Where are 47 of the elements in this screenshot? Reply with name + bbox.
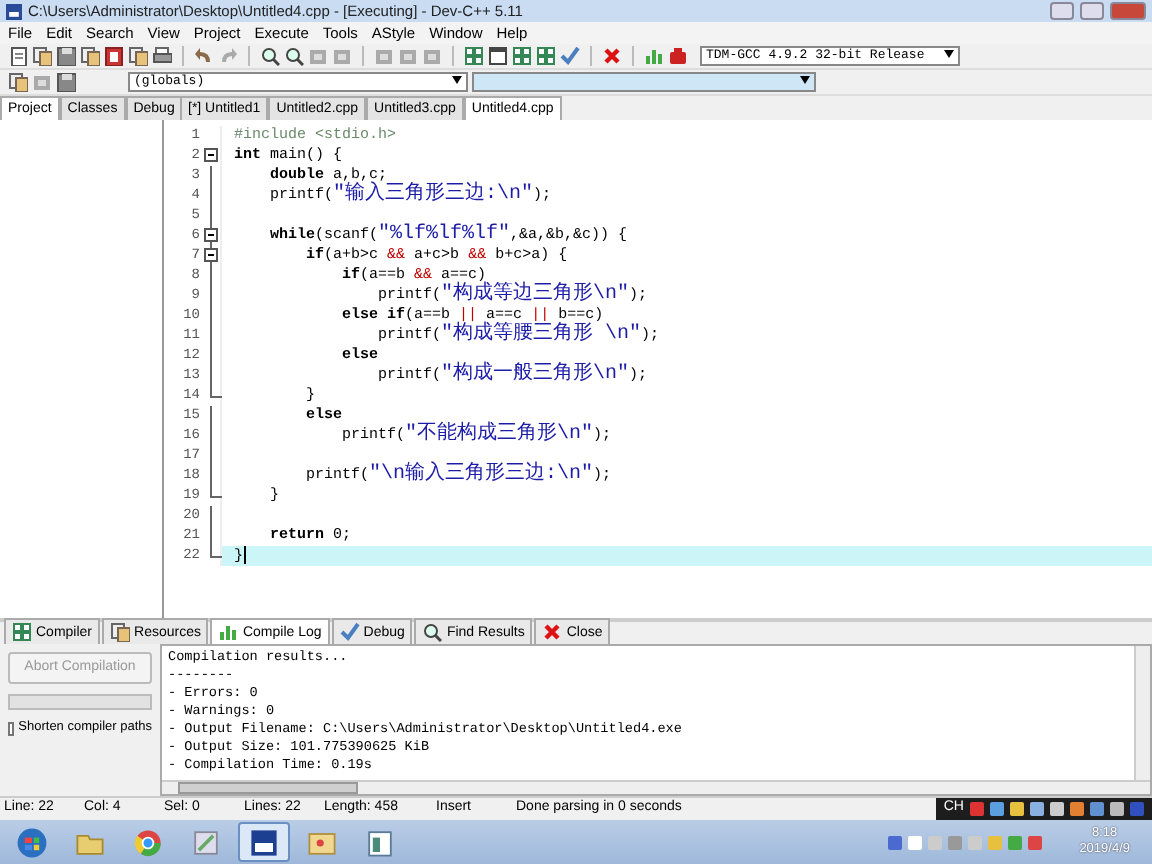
maximize-button[interactable] [1080,2,1104,20]
grid-icon[interactable] [464,46,484,66]
search-icon[interactable] [284,46,304,66]
pages-icon[interactable] [8,72,28,92]
caret-icon [944,50,954,59]
checkbox[interactable] [8,721,15,736]
pages-icon[interactable] [32,46,52,66]
fold-toggle-icon[interactable] [204,228,218,242]
pages-icon [110,622,131,642]
vertical-scrollbar[interactable] [1134,646,1150,780]
search-icon [422,622,443,642]
check-icon [339,622,360,642]
box-icon[interactable] [374,46,394,66]
window-icon[interactable] [488,46,508,66]
window-icon [246,825,282,859]
box-icon[interactable] [332,46,352,66]
fold-toggle-icon[interactable] [204,148,218,162]
pages-icon[interactable] [80,46,100,66]
pages-icon[interactable] [128,46,148,66]
grid-icon [12,622,32,642]
box-icon[interactable] [422,46,442,66]
undo-icon[interactable] [194,46,214,66]
printer-icon[interactable] [152,46,172,66]
chart-icon[interactable] [644,46,664,66]
cross-icon [542,622,563,642]
text-cursor [243,546,246,564]
caret-icon [800,76,810,85]
round-icon [130,825,166,859]
grid-icon[interactable] [536,46,556,66]
search-icon[interactable] [260,46,280,66]
redo-icon[interactable] [218,46,238,66]
briefcase-icon[interactable] [668,46,688,66]
minimize-button[interactable] [1050,2,1074,20]
window-icon [362,825,398,859]
chart-icon [218,622,239,642]
taskbar-button[interactable] [238,822,290,862]
page-icon[interactable] [8,46,28,66]
grid-icon[interactable] [512,46,532,66]
caret-icon [452,76,462,85]
cross-icon[interactable] [602,46,622,66]
close-file-icon[interactable] [104,46,124,66]
check-icon[interactable] [560,46,580,66]
box-icon[interactable] [398,46,418,66]
pen-icon [188,825,224,859]
close-button[interactable] [1110,2,1146,20]
horizontal-scrollbar[interactable] [162,780,1150,794]
fold-toggle-icon[interactable] [204,248,218,262]
